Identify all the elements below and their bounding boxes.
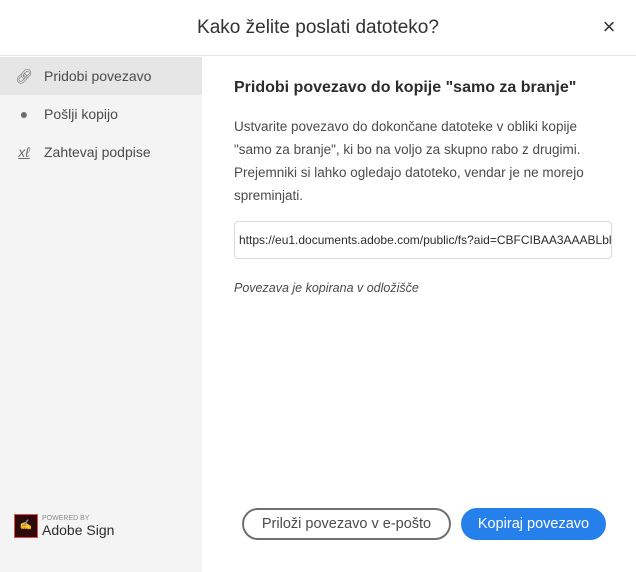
- adobe-sign-icon: ✍: [14, 514, 38, 538]
- signature-icon: xℓ: [18, 144, 30, 160]
- brand-name: Adobe Sign: [42, 521, 115, 538]
- dialog-header: Kako želite poslati datoteko? ×: [0, 0, 636, 56]
- sidebar: 🔗︎ Pridobi povezavo ● Pošlji kopijo xℓ Z…: [0, 57, 202, 572]
- attach-link-email-button[interactable]: Priloži povezavo v e-pošto: [242, 508, 451, 540]
- copy-link-button[interactable]: Kopiraj povezavo: [461, 508, 606, 540]
- link-url-field[interactable]: https://eu1.documents.adobe.com/public/f…: [234, 221, 612, 259]
- sidebar-item-label: Zahtevaj podpise: [44, 144, 151, 160]
- powered-by: POWERED BY: [42, 514, 90, 522]
- dialog-title: Kako želite poslati datoteko?: [197, 17, 439, 38]
- sidebar-item-label: Pridobi povezavo: [44, 68, 152, 84]
- copied-status: Povezava je kopirana v odložišče: [234, 281, 419, 295]
- close-icon[interactable]: ×: [596, 14, 622, 40]
- sidebar-item-label: Pošlji kopijo: [44, 106, 118, 122]
- sidebar-item-get-link[interactable]: 🔗︎ Pridobi povezavo: [0, 57, 202, 95]
- adobe-sign-logo: ✍ POWERED BY Adobe Sign: [14, 514, 114, 538]
- sidebar-item-request-signatures[interactable]: xℓ Zahtevaj podpise: [0, 133, 202, 171]
- sidebar-item-send-copy[interactable]: ● Pošlji kopijo: [0, 95, 202, 133]
- main-panel: Pridobi povezavo do kopije "samo za bran…: [202, 57, 636, 572]
- section-heading: Pridobi povezavo do kopije "samo za bran…: [234, 79, 577, 96]
- send-copy-icon: ●: [19, 106, 29, 122]
- link-icon: 🔗︎: [15, 67, 33, 84]
- description: Ustvarite povezavo do dokončane datoteke…: [234, 119, 584, 203]
